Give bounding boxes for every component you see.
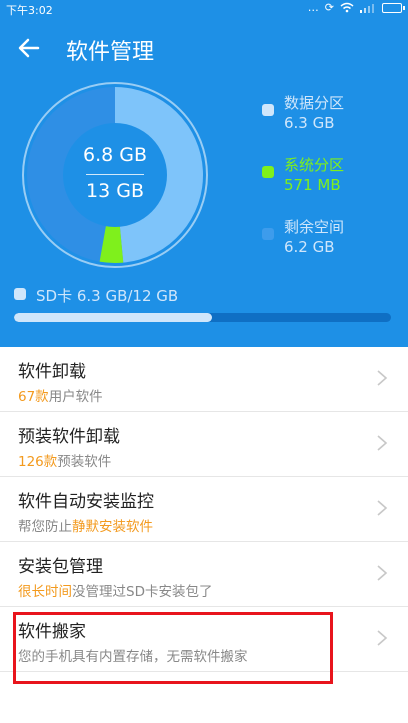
- item-subtitle: 67款用户软件: [18, 385, 103, 405]
- item-sub-text: 没管理过SD卡安装包了: [72, 584, 213, 600]
- legend-item-system: 系统分区 571 MB: [260, 150, 400, 212]
- more-icon: …: [307, 1, 319, 14]
- sync-icon: ⟳: [324, 1, 334, 14]
- chevron-right-icon: [377, 630, 388, 646]
- list-item-uninstall[interactable]: 软件卸载 67款用户软件: [0, 347, 408, 412]
- list-item-app-move[interactable]: 软件搬家 您的手机具有内置存储，无需软件搬家: [0, 607, 408, 672]
- status-icons: … ⟳: [307, 1, 405, 14]
- item-subtitle: 很长时间没管理过SD卡安装包了: [18, 580, 212, 600]
- status-bar: 下午3:02 … ⟳: [0, 0, 408, 18]
- item-sub-text: 用户软件: [48, 389, 103, 405]
- battery-icon: [382, 2, 405, 13]
- storage-used: 6.8 GB: [82, 144, 147, 166]
- legend-item-free: 剩余空间 6.2 GB: [260, 212, 400, 274]
- chevron-right-icon: [377, 435, 388, 451]
- item-sub-text: 预装软件: [57, 454, 112, 470]
- storage-legend: 数据分区 6.3 GB 系统分区 571 MB 剩余空间 6.2 GB: [260, 88, 400, 274]
- page-title: 软件管理: [66, 40, 155, 65]
- legend-value-free: 6.2 GB: [284, 238, 335, 256]
- title-bar: 软件管理: [0, 28, 408, 68]
- storage-total: 13 GB: [86, 180, 144, 202]
- item-title: 软件卸载: [18, 362, 86, 382]
- item-title: 安装包管理: [18, 557, 103, 577]
- chevron-right-icon: [377, 370, 388, 386]
- legend-dot-data: [262, 104, 274, 116]
- item-sub-highlight: 静默安装软件: [72, 519, 153, 535]
- legend-dot-free: [262, 228, 274, 240]
- sd-card-progress: [14, 313, 391, 322]
- item-sub-highlight: 126款: [18, 454, 58, 470]
- header-panel: 下午3:02 … ⟳ 软件管理 6.8 GB 13 GB 数据分区 6.3 GB…: [0, 0, 408, 347]
- legend-name-system: 系统分区: [284, 156, 345, 174]
- legend-item-data: 数据分区 6.3 GB: [260, 88, 400, 150]
- legend-dot-system: [262, 166, 274, 178]
- list-item-preinstalled-uninstall[interactable]: 预装软件卸载 126款预装软件: [0, 412, 408, 477]
- legend-name-free: 剩余空间: [284, 218, 345, 236]
- list-item-package-manager[interactable]: 安装包管理 很长时间没管理过SD卡安装包了: [0, 542, 408, 607]
- sd-card-label: SD卡 6.3 GB/12 GB: [36, 287, 179, 305]
- sd-card-dot: [14, 288, 26, 300]
- feature-list: 软件卸载 67款用户软件 预装软件卸载 126款预装软件 软件自动安装监控 帮您…: [0, 347, 408, 672]
- item-subtitle: 帮您防止静默安装软件: [18, 515, 153, 535]
- item-title: 预装软件卸载: [18, 427, 120, 447]
- back-arrow-icon[interactable]: [14, 32, 44, 62]
- item-sub-highlight: 很长时间: [18, 584, 72, 600]
- legend-value-system: 571 MB: [284, 176, 341, 194]
- item-sub-text: 帮您防止: [18, 519, 72, 535]
- sd-card-progress-fill: [14, 313, 212, 322]
- donut-center: 6.8 GB 13 GB: [20, 80, 210, 270]
- item-title: 软件搬家: [18, 622, 86, 642]
- wifi-icon: [340, 2, 354, 13]
- list-item-install-monitor[interactable]: 软件自动安装监控 帮您防止静默安装软件: [0, 477, 408, 542]
- item-sub-text: 您的手机具有内置存储，无需软件搬家: [18, 649, 248, 665]
- chevron-right-icon: [377, 565, 388, 581]
- item-subtitle: 您的手机具有内置存储，无需软件搬家: [18, 645, 248, 665]
- status-time: 下午3:02: [6, 4, 53, 17]
- item-sub-highlight: 67款: [18, 389, 49, 405]
- sd-card-row: SD卡 6.3 GB/12 GB: [14, 284, 394, 306]
- storage-donut: 6.8 GB 13 GB: [20, 80, 210, 270]
- legend-name-data: 数据分区: [284, 94, 345, 112]
- legend-value-data: 6.3 GB: [284, 114, 335, 132]
- chevron-right-icon: [377, 500, 388, 516]
- item-title: 软件自动安装监控: [18, 492, 154, 512]
- item-subtitle: 126款预装软件: [18, 450, 111, 470]
- signal-icon: [360, 3, 374, 13]
- center-divider: [86, 174, 144, 175]
